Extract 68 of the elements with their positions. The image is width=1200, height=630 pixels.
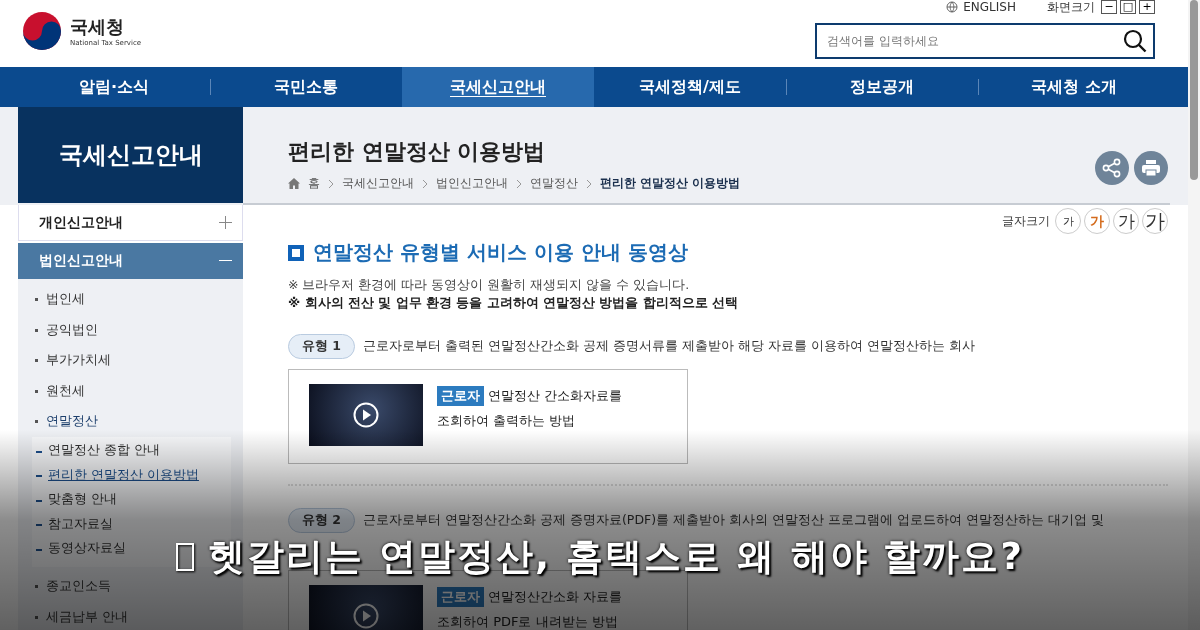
- submenu-link[interactable]: 연말정산 종합 안내: [34, 438, 160, 463]
- nav-tab[interactable]: 정보공개: [786, 67, 978, 107]
- logo-text[interactable]: 국세청: [70, 14, 142, 39]
- type-description: 근로자로부터 출력된 연말정산간소화 공제 증명서류를 제출받아 해당 자료를 이용하여 연말정산하는 회사: [363, 337, 976, 355]
- play-icon: [353, 402, 379, 428]
- english-link[interactable]: ENGLISH: [946, 0, 1016, 14]
- play-icon: [353, 603, 379, 629]
- submenu-item[interactable]: 법인세: [34, 284, 231, 315]
- chevron-icon: [328, 178, 334, 189]
- section-title: 연말정산 유형별 서비스 이용 안내 동영상: [313, 239, 688, 266]
- submenu-item[interactable]: 원천세: [34, 375, 231, 406]
- video-card[interactable]: 근로자 연말정산 간소화자료를 조회하여 출력하는 방법: [288, 369, 688, 464]
- font-size-button[interactable]: 가: [1113, 208, 1139, 234]
- emblem-icon: [22, 10, 62, 51]
- zoom-button[interactable]: +: [1139, 0, 1155, 14]
- nav-tab[interactable]: 국세청 소개: [978, 67, 1170, 107]
- nav-tab[interactable]: 국세신고안내: [402, 67, 594, 107]
- video-title-line: 조회하여 출력하는 방법: [437, 412, 577, 430]
- note-text: ※ 회사의 전산 및 업무 환경 등을 고려하여 연말정산 방법을 합리적으로 선택: [288, 294, 740, 312]
- breadcrumb-link[interactable]: 법인신고안내: [436, 175, 508, 192]
- search-field[interactable]: 검색어를 입력하세요: [815, 23, 1155, 59]
- submenu-link[interactable]: 편리한 연말정산 이용방법: [34, 463, 199, 488]
- breadcrumb-link[interactable]: 국세신고안내: [342, 175, 414, 192]
- chevron-icon: [586, 178, 592, 189]
- nav-tab[interactable]: 알림·소식: [18, 67, 210, 107]
- worker-tag: 근로자: [437, 386, 484, 406]
- share-button[interactable]: [1095, 151, 1129, 185]
- sidebar-title: 국세신고안내: [18, 107, 243, 203]
- sidebar-item[interactable]: 법인신고안내: [18, 243, 243, 279]
- nav-tab[interactable]: 국세정책/제도: [594, 67, 786, 107]
- chevron-icon: [516, 178, 522, 189]
- square-bullet-icon: [288, 244, 304, 261]
- submenu-link[interactable]: 참고자료실: [34, 512, 113, 537]
- scrollbar-thumb[interactable]: [1190, 0, 1198, 180]
- zoom-button[interactable]: −: [1101, 0, 1117, 14]
- submenu-item[interactable]: 부가가치세: [34, 345, 231, 376]
- breadcrumb-link[interactable]: 편리한 연말정산 이용방법: [600, 175, 741, 192]
- font-size-label: 글자크기: [1002, 212, 1050, 230]
- printer-icon: [1141, 158, 1161, 178]
- submenu-link[interactable]: 동영상자료실: [34, 536, 126, 561]
- zoom-button[interactable]: □: [1120, 0, 1136, 14]
- video-title-line: 연말정산간소화 자료를: [488, 588, 623, 606]
- home-icon: [288, 178, 300, 189]
- video-title-line: 조회하여 PDF로 내려받는 방법: [437, 613, 619, 630]
- video-title-line: 연말정산 간소화자료를: [488, 387, 623, 405]
- submenu-link[interactable]: 맞춤형 안내: [34, 487, 117, 512]
- submenu-item[interactable]: 공익법인: [34, 314, 231, 345]
- note-text: ※ 브라우저 환경에 따라 동영상이 원활히 재생되지 않을 수 있습니다.: [288, 276, 691, 294]
- share-icon: [1101, 157, 1123, 179]
- worker-tag: 근로자: [437, 587, 484, 607]
- zoom-label: 화면크기: [1047, 0, 1095, 16]
- page-title: 편리한 연말정산 이용방법: [288, 138, 547, 166]
- type-badge: 유형 1: [288, 334, 356, 359]
- sidebar-item[interactable]: 개인신고안내: [18, 205, 243, 241]
- search-icon: [1123, 29, 1147, 53]
- breadcrumb-link[interactable]: 홈: [308, 175, 320, 192]
- submenu-item[interactable]: 연말정산: [34, 406, 231, 437]
- print-button[interactable]: [1134, 151, 1168, 185]
- nav-tab[interactable]: 국민소통: [210, 67, 402, 107]
- type-description: 근로자로부터 연말정산간소화 공제 증명자료(PDF)를 제출받아 회사의 연말정산 프로그램에 업로드하여 연말정산하는 대기업 및: [363, 511, 1105, 529]
- chevron-icon: [422, 178, 428, 189]
- font-size-button[interactable]: 가: [1142, 208, 1168, 234]
- type-badge: 유형 2: [288, 508, 356, 533]
- breadcrumb-link[interactable]: 연말정산: [530, 175, 578, 192]
- plus-icon: [219, 216, 232, 229]
- font-size-button[interactable]: 가: [1055, 208, 1081, 234]
- font-size-button[interactable]: 가: [1084, 208, 1110, 234]
- globe-icon: [946, 1, 959, 13]
